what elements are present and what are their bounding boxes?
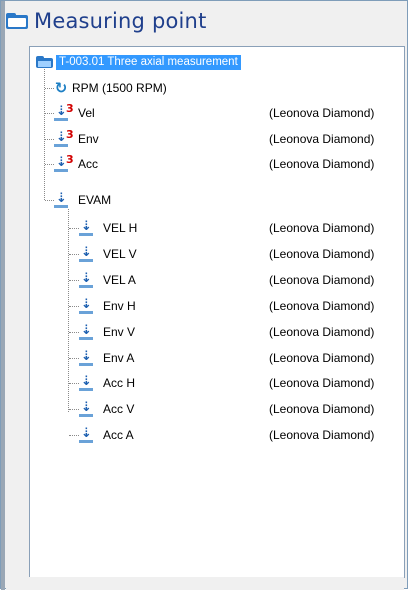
tree-node-label: EVAM [78, 193, 112, 207]
tree-connector [69, 383, 79, 384]
tree-connector [45, 164, 54, 165]
tree-connector [45, 139, 54, 140]
measurement-icon: ⇣ [79, 323, 93, 340]
panel-header: Measuring point [6, 4, 207, 38]
tree-node-vel[interactable]: ⇣ 3 Vel (Leonova Diamond) [54, 102, 402, 122]
tree-node-label: VEL H [103, 221, 138, 235]
tree-connector [68, 209, 69, 412]
tree-node-evam[interactable]: ⇣ EVAM [54, 191, 111, 209]
measurement-icon: ⇣ 3 [54, 128, 74, 147]
measurement-icon: ⇣ [79, 426, 93, 443]
tree-node-evam-child[interactable]: ⇣ Acc H (Leonova Diamond) [79, 374, 402, 392]
tree-node-evam-child[interactable]: ⇣ Env A (Leonova Diamond) [79, 349, 402, 367]
tree-node-label: Env A [103, 351, 135, 365]
tree-node-env[interactable]: ⇣ 3 Env (Leonova Diamond) [54, 128, 402, 148]
tree-node-device: (Leonova Diamond) [269, 157, 375, 171]
measurement-icon: ⇣ [79, 219, 93, 236]
tree-node-device: (Leonova Diamond) [269, 325, 375, 339]
measurement-icon: ⇣ [79, 245, 93, 262]
tree-connector [69, 358, 79, 359]
tree-connector [45, 113, 54, 114]
tree-connector [45, 200, 54, 201]
tree-connector [69, 409, 79, 410]
tree-node-evam-child[interactable]: ⇣ VEL V (Leonova Diamond) [79, 245, 402, 263]
tree-node-device: (Leonova Diamond) [269, 106, 375, 120]
tree-node-acc[interactable]: ⇣ 3 Acc (Leonova Diamond) [54, 153, 402, 173]
folder-open-icon [36, 56, 53, 68]
tree-root-label[interactable]: T-003.01 Three axial measurement [56, 54, 241, 70]
measurement-icon: ⇣ [79, 271, 93, 288]
status-area [6, 577, 404, 590]
tree-node-label: Env [78, 132, 99, 146]
tree-node-device: (Leonova Diamond) [269, 299, 375, 313]
tree-node-evam-child[interactable]: ⇣ Env H (Leonova Diamond) [79, 297, 402, 315]
tree-node-label: RPM (1500 RPM) [72, 81, 167, 95]
tree-node-label: Acc [78, 157, 99, 171]
tree-node-device: (Leonova Diamond) [269, 247, 375, 261]
tree-node-label: VEL A [103, 273, 136, 287]
tree-node-device: (Leonova Diamond) [269, 402, 375, 416]
tree-connector [69, 306, 79, 307]
tree-node-device: (Leonova Diamond) [269, 351, 375, 365]
left-edge-bar [1, 1, 5, 590]
tree-node-label: Env H [103, 299, 136, 313]
measurement-icon: ⇣ 3 [54, 153, 74, 172]
measurement-icon: ⇣ [79, 400, 93, 417]
measurement-icon: ⇣ [79, 297, 93, 314]
measuring-point-window: Measuring point T-003.01 Three axial mea… [0, 0, 408, 590]
tree-node-device: (Leonova Diamond) [269, 221, 375, 235]
tree-node-evam-child[interactable]: ⇣ Acc V (Leonova Diamond) [79, 400, 402, 418]
tree-node-device: (Leonova Diamond) [269, 273, 375, 287]
tree-node-label: Acc V [103, 402, 135, 416]
tree-node-device: (Leonova Diamond) [269, 428, 375, 442]
tree-node-evam-child[interactable]: ⇣ VEL A (Leonova Diamond) [79, 271, 402, 289]
tree-node-label: Vel [78, 106, 95, 120]
panel-title: Measuring point [34, 9, 207, 33]
measurement-icon: ⇣ 3 [54, 102, 74, 121]
refresh-icon: ↻ [54, 79, 68, 97]
tree-connector [69, 280, 79, 281]
tree-node-evam-child[interactable]: ⇣ VEL H (Leonova Diamond) [79, 219, 402, 237]
tree-node-label: Env V [103, 325, 136, 339]
tree-connector [69, 228, 79, 229]
measurement-icon: ⇣ [79, 374, 93, 391]
measurement-icon: ⇣ [79, 349, 93, 366]
tree-node-label: VEL V [103, 247, 137, 261]
tree-node-label: Acc A [103, 428, 134, 442]
tree-node-label: Acc H [103, 376, 136, 390]
tree-connector [69, 435, 79, 436]
tree-node-device: (Leonova Diamond) [269, 132, 375, 146]
tree-node-rpm[interactable]: ↻ RPM (1500 RPM) [54, 79, 167, 97]
measurement-icon: ⇣ [54, 191, 68, 208]
tree-connector [69, 332, 79, 333]
tree-connector [69, 254, 79, 255]
tree-root-node[interactable]: T-003.01 Three axial measurement [36, 53, 241, 71]
tree-node-evam-child[interactable]: ⇣ Env V (Leonova Diamond) [79, 323, 402, 341]
tree-connector [45, 88, 54, 89]
tree-node-evam-child[interactable]: ⇣ Acc A (Leonova Diamond) [79, 426, 402, 444]
folder-icon [6, 13, 28, 29]
measuring-point-tree[interactable]: T-003.01 Three axial measurement ↻ RPM (… [29, 46, 405, 578]
tree-node-device: (Leonova Diamond) [269, 376, 375, 390]
